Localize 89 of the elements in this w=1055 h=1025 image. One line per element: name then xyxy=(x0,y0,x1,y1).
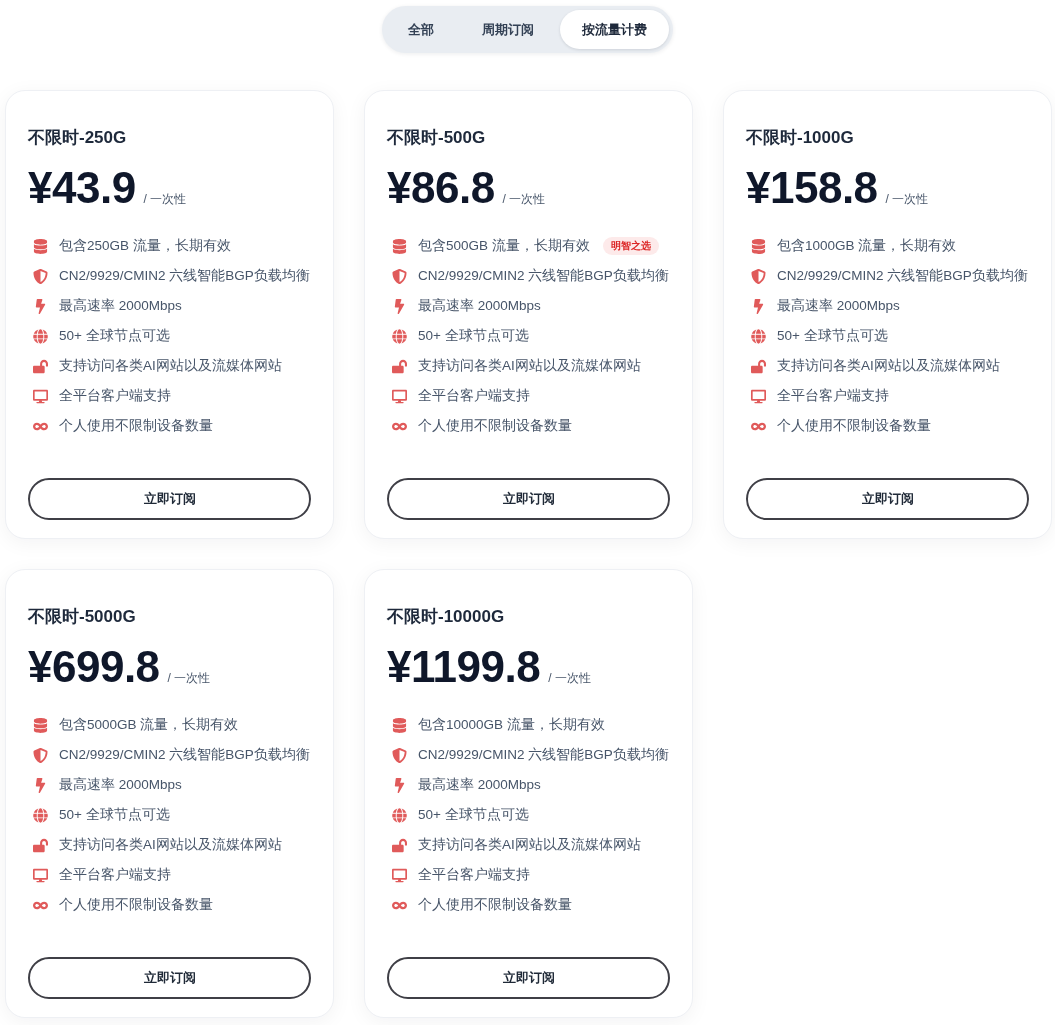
feature-text: 50+ 全球节点可选 xyxy=(59,805,170,824)
database-icon xyxy=(392,717,407,733)
feature-text: 全平台客户端支持 xyxy=(59,386,171,405)
subscribe-button[interactable]: 立即订阅 xyxy=(746,478,1029,520)
monitor-icon xyxy=(33,388,48,404)
unlocked-padlock-icon xyxy=(33,358,48,374)
unlocked-padlock-icon xyxy=(392,837,407,853)
feature-text: 50+ 全球节点可选 xyxy=(418,805,529,824)
lightning-icon xyxy=(392,777,407,793)
subscribe-button[interactable]: 立即订阅 xyxy=(387,957,670,999)
feature-text: 支持访问各类AI网站以及流媒体网站 xyxy=(777,356,1000,375)
feature-text: 最高速率 2000Mbps xyxy=(59,775,182,794)
plan-title: 不限时-10000G xyxy=(387,606,506,628)
shield-icon xyxy=(392,747,407,763)
feature-text: 包含1000GB 流量，长期有效 xyxy=(777,236,957,255)
feature-text: 支持访问各类AI网站以及流媒体网站 xyxy=(418,835,641,854)
feature-text: CN2/9929/CMIN2 六线智能BGP负载均衡 xyxy=(59,745,310,764)
unlocked-padlock-icon xyxy=(392,358,407,374)
database-icon xyxy=(392,238,407,254)
shield-icon xyxy=(392,268,407,284)
billing-tab[interactable]: 按流量计费 xyxy=(560,10,669,49)
billing-tab[interactable]: 周期订阅 xyxy=(460,10,556,49)
lightning-icon xyxy=(751,298,766,314)
lightning-icon xyxy=(392,298,407,314)
subscribe-button[interactable]: 立即订阅 xyxy=(28,478,311,520)
feature-text: 支持访问各类AI网站以及流媒体网站 xyxy=(59,835,282,854)
feature-text: 最高速率 2000Mbps xyxy=(59,296,182,315)
feature-text: 个人使用不限制设备数量 xyxy=(59,416,213,435)
globe-icon xyxy=(751,328,766,344)
subscribe-button[interactable]: 立即订阅 xyxy=(28,957,311,999)
feature-text: 包含5000GB 流量，长期有效 xyxy=(59,715,239,734)
shield-icon xyxy=(33,747,48,763)
lightning-icon xyxy=(33,777,48,793)
monitor-icon xyxy=(392,867,407,883)
plan-title: 不限时-250G xyxy=(28,127,128,149)
globe-icon xyxy=(392,807,407,823)
lightning-icon xyxy=(33,298,48,314)
plan-price: ¥43.9 xyxy=(28,162,136,214)
database-icon xyxy=(751,238,766,254)
monitor-icon xyxy=(33,867,48,883)
feature-text: 50+ 全球节点可选 xyxy=(418,326,529,345)
shield-icon xyxy=(751,268,766,284)
database-icon xyxy=(33,717,48,733)
price-period: / 一次性 xyxy=(548,670,591,686)
plan-price: ¥158.8 xyxy=(746,162,878,214)
subscribe-button[interactable]: 立即订阅 xyxy=(387,478,670,520)
unlocked-padlock-icon xyxy=(751,358,766,374)
shield-icon xyxy=(33,268,48,284)
price-period: / 一次性 xyxy=(167,670,211,686)
plan-price: ¥86.8 xyxy=(387,162,495,214)
monitor-icon xyxy=(392,388,407,404)
feature-text: CN2/9929/CMIN2 六线智能BGP负载均衡 xyxy=(418,266,669,285)
price-period: / 一次性 xyxy=(502,191,546,207)
globe-icon xyxy=(392,328,407,344)
monitor-icon xyxy=(751,388,766,404)
billing-tab[interactable]: 全部 xyxy=(386,10,456,49)
plan-price: ¥1199.8 xyxy=(387,641,541,693)
plan-price: ¥699.8 xyxy=(28,641,160,693)
feature-text: 包含250GB 流量，长期有效 xyxy=(59,236,231,255)
unlocked-padlock-icon xyxy=(33,837,48,853)
feature-text: 全平台客户端支持 xyxy=(418,386,530,405)
feature-text: 最高速率 2000Mbps xyxy=(418,775,541,794)
feature-text: CN2/9929/CMIN2 六线智能BGP负载均衡 xyxy=(777,266,1028,285)
feature-text: CN2/9929/CMIN2 六线智能BGP负载均衡 xyxy=(59,266,310,285)
feature-text: 全平台客户端支持 xyxy=(777,386,889,405)
price-period: / 一次性 xyxy=(885,191,929,207)
feature-text: 个人使用不限制设备数量 xyxy=(777,416,931,435)
feature-text: 个人使用不限制设备数量 xyxy=(59,895,213,914)
feature-text: 最高速率 2000Mbps xyxy=(418,296,541,315)
globe-icon xyxy=(33,807,48,823)
database-icon xyxy=(33,238,48,254)
feature-text: 支持访问各类AI网站以及流媒体网站 xyxy=(418,356,641,375)
feature-text: 包含500GB 流量，长期有效 xyxy=(418,236,590,255)
plan-title: 不限时-1000G xyxy=(746,127,855,149)
globe-icon xyxy=(33,328,48,344)
feature-text: 最高速率 2000Mbps xyxy=(777,296,900,315)
plan-title: 不限时-500G xyxy=(387,127,487,149)
recommended-badge: 明智之选 xyxy=(602,237,659,255)
feature-text: 包含10000GB 流量，长期有效 xyxy=(418,715,605,734)
feature-text: 个人使用不限制设备数量 xyxy=(418,416,572,435)
feature-text: 全平台客户端支持 xyxy=(418,865,530,884)
price-period: / 一次性 xyxy=(143,191,187,207)
feature-text: 支持访问各类AI网站以及流媒体网站 xyxy=(59,356,282,375)
feature-text: 50+ 全球节点可选 xyxy=(777,326,888,345)
feature-text: 个人使用不限制设备数量 xyxy=(418,895,572,914)
plan-title: 不限时-5000G xyxy=(28,606,137,628)
feature-text: CN2/9929/CMIN2 六线智能BGP负载均衡 xyxy=(418,745,669,764)
feature-text: 全平台客户端支持 xyxy=(59,865,171,884)
feature-text: 50+ 全球节点可选 xyxy=(59,326,170,345)
